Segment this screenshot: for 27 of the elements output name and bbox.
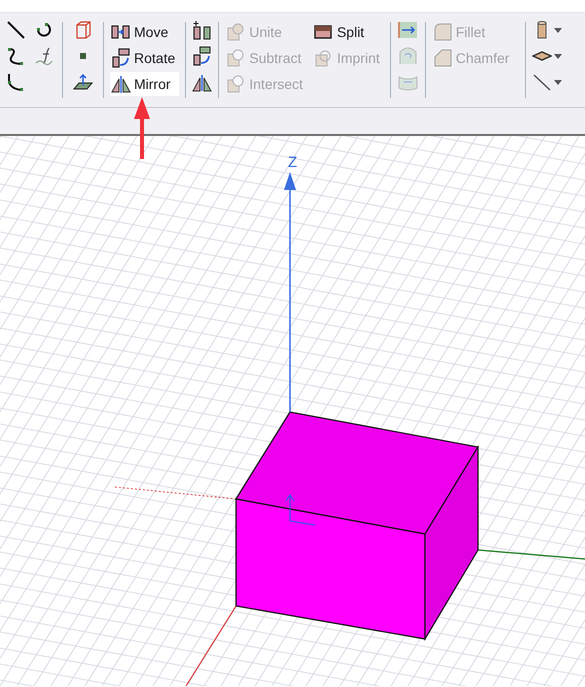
transform-button[interactable]: Move — [110, 20, 180, 44]
axis-label: Z — [288, 154, 298, 171]
duplicate-mirror-icon — [192, 72, 212, 92]
function-icon — [34, 46, 54, 66]
dropdown-icon[interactable] — [554, 80, 562, 84]
rotate-icon — [111, 48, 131, 68]
line-segment-icon — [532, 72, 552, 92]
line-icon — [6, 20, 26, 40]
annotation-arrow — [133, 97, 151, 159]
split-button[interactable]: Split — [312, 20, 384, 44]
duplicate-move-icon — [192, 20, 212, 40]
sweep-icon — [398, 20, 418, 40]
chamfer-icon — [432, 48, 453, 68]
unite-icon — [226, 22, 246, 42]
subtract-icon — [226, 48, 246, 68]
plane-icon — [73, 72, 93, 92]
dropdown-icon[interactable] — [554, 28, 562, 32]
transform-button[interactable]: Rotate — [110, 46, 180, 70]
dropdown-icon[interactable] — [554, 54, 562, 58]
intersect-icon — [226, 74, 246, 94]
mirror-icon — [111, 74, 131, 94]
transform-button[interactable]: Mirror — [110, 72, 180, 96]
sweep-around-icon — [398, 46, 418, 66]
fillet-icon — [432, 22, 453, 42]
spline-icon — [6, 46, 26, 66]
polyline-icon — [6, 72, 26, 92]
duplicate-rotate-icon — [192, 46, 212, 66]
